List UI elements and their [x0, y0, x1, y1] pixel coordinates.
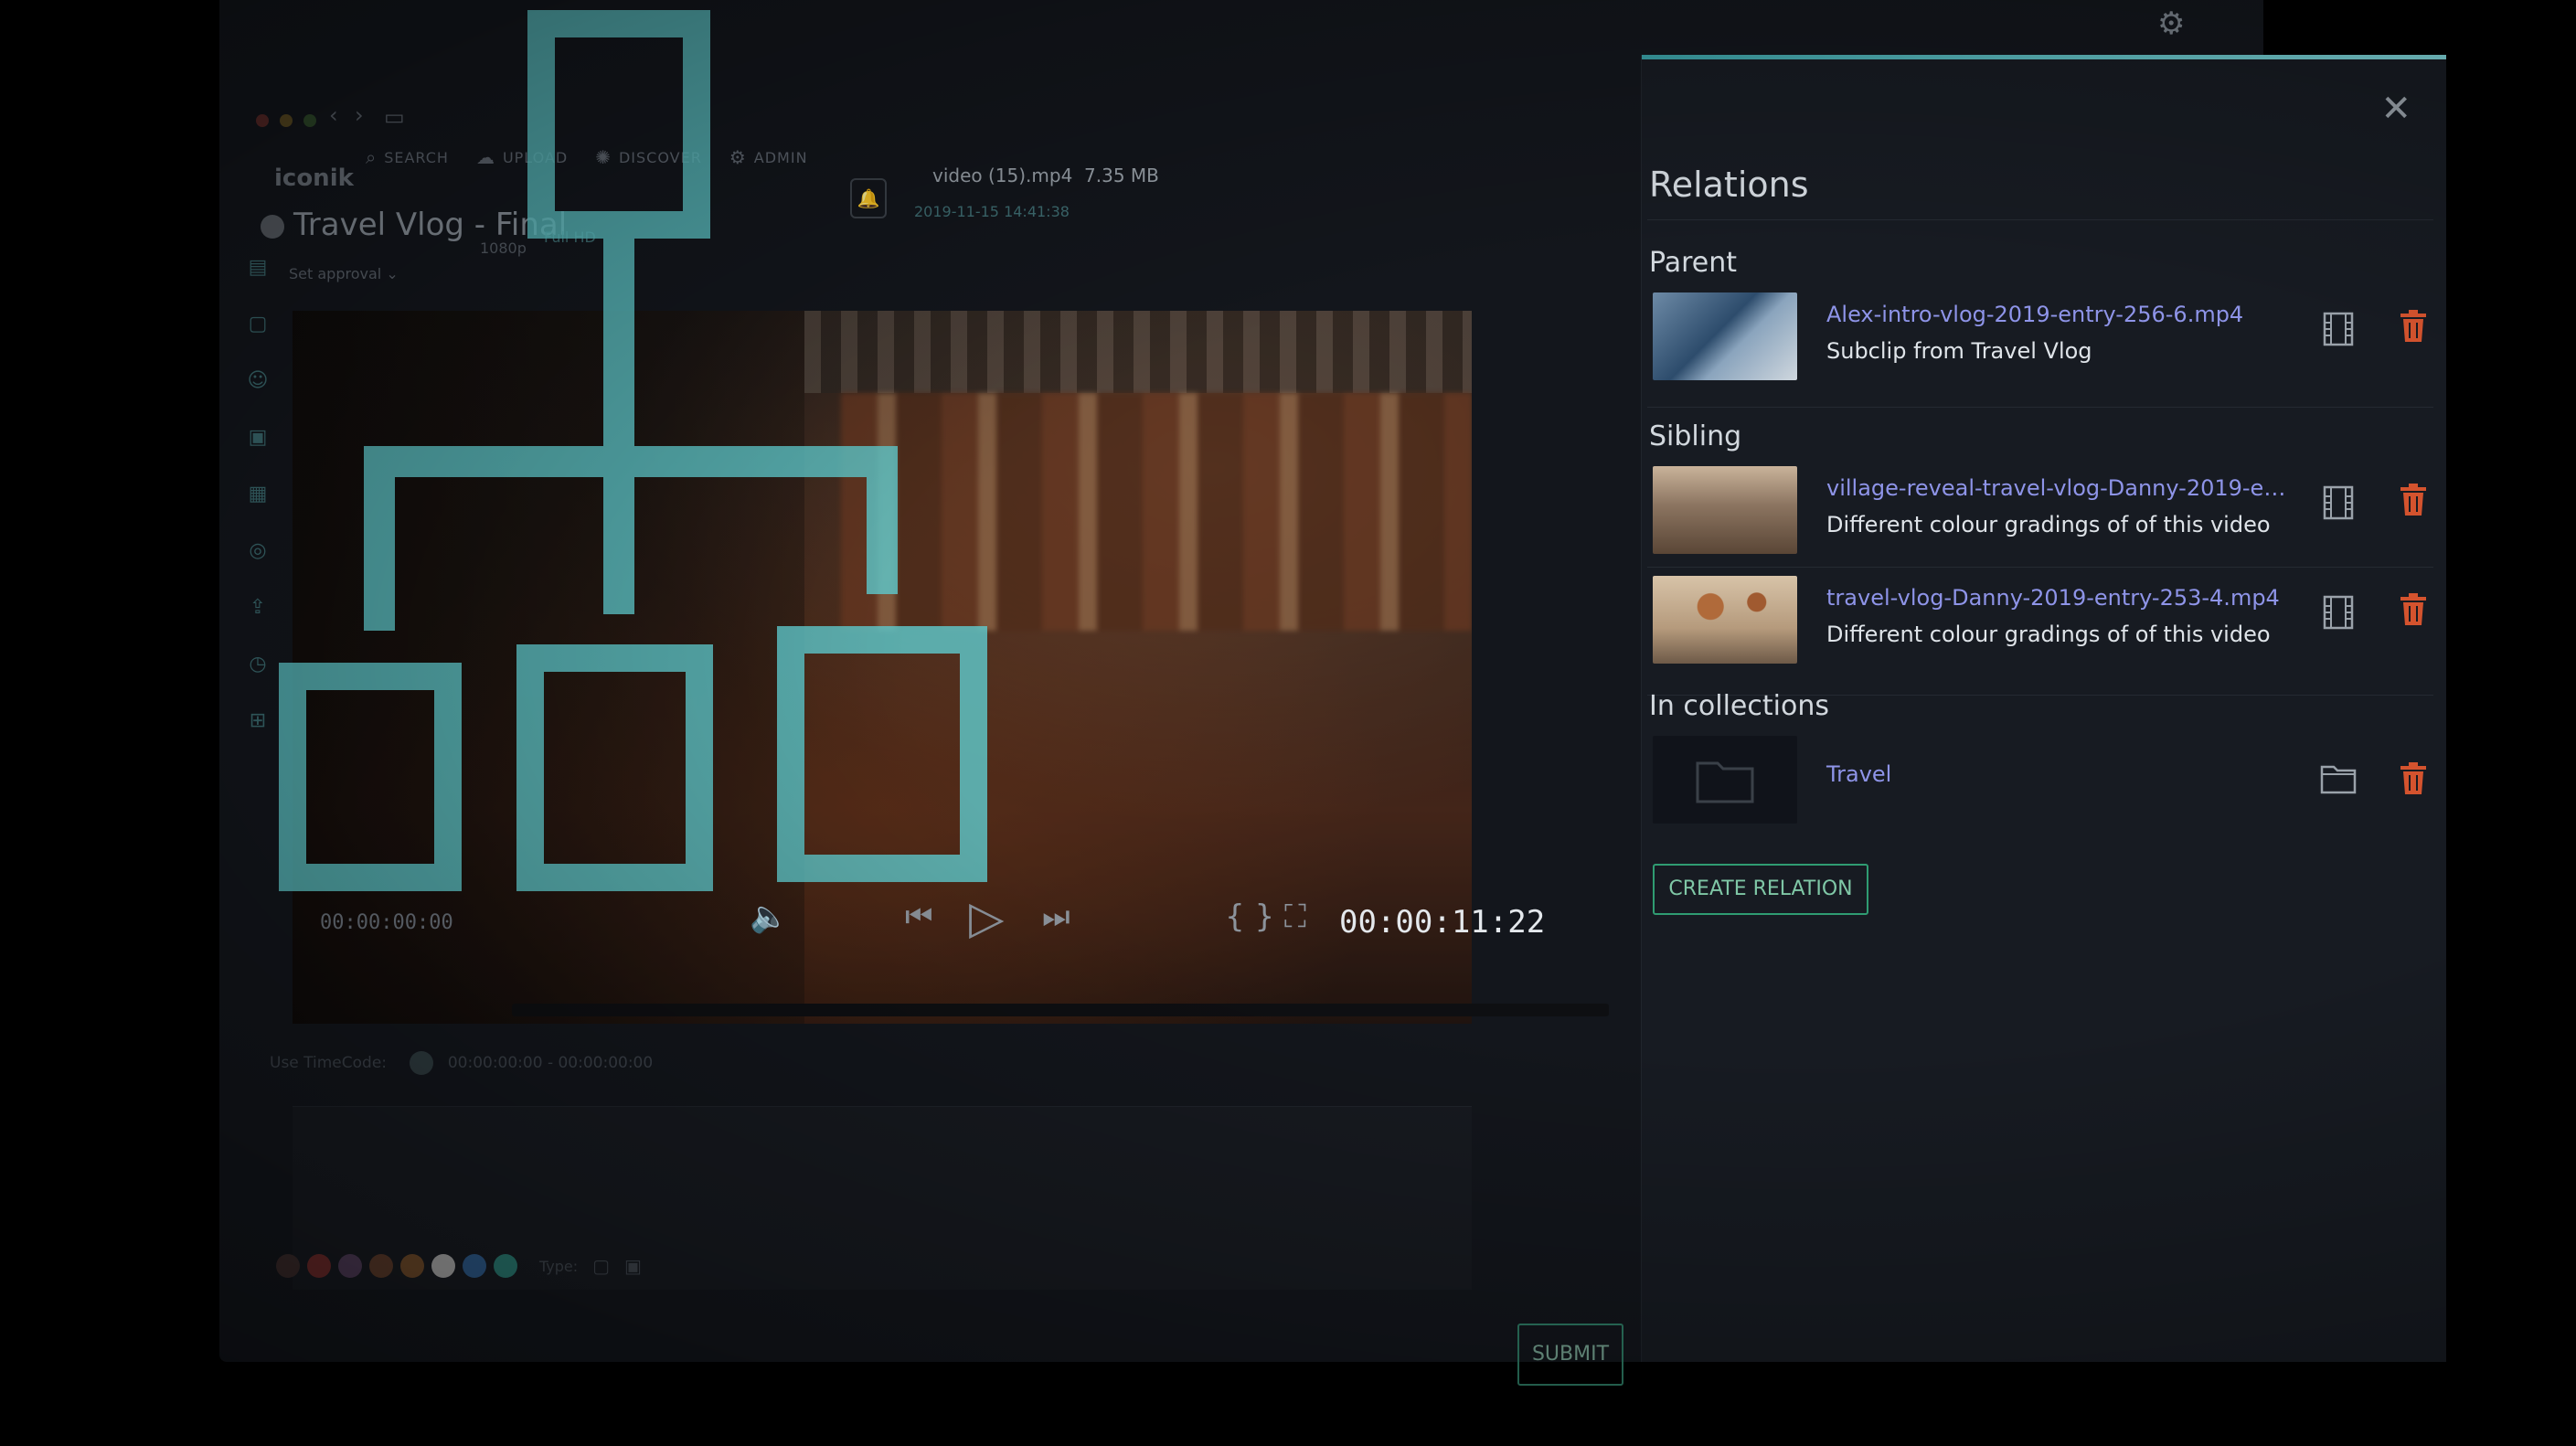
folder-icon[interactable] [2320, 763, 2357, 800]
list-item[interactable]: Alex-intro-vlog-2019-entry-256-6.mp4 Sub… [1653, 292, 2439, 393]
relation-description: Different colour gradings of of this vid… [1826, 512, 2271, 537]
list-item[interactable]: village-reveal-travel-vlog-Danny-2019-en… [1653, 466, 2439, 567]
trash-icon[interactable] [2395, 761, 2432, 798]
thumbnail [1653, 576, 1797, 664]
submit-button[interactable]: SUBMIT [1517, 1324, 1623, 1386]
list-item[interactable]: travel-vlog-Danny-2019-entry-253-4.mp4 D… [1653, 576, 2439, 676]
collection-link[interactable]: Travel [1826, 761, 1891, 787]
thumbnail [1653, 292, 1797, 380]
color-swatch[interactable] [276, 1254, 300, 1278]
total-timecode: 00:00:11:22 [1339, 904, 1546, 941]
color-swatch[interactable] [431, 1254, 455, 1278]
inout-icon[interactable]: { } [1225, 898, 1274, 935]
hierarchy-icon [279, 10, 987, 891]
panel-title: Relations [1649, 165, 1809, 205]
relation-description: Subclip from Travel Vlog [1826, 338, 2092, 364]
parent-heading: Parent [1649, 247, 1738, 279]
collections-heading: In collections [1649, 690, 1829, 722]
timecode-option: Use TimeCode: 00:00:00:00 - 00:00:00:00 [270, 1051, 653, 1075]
color-swatch[interactable] [400, 1254, 424, 1278]
list-item[interactable]: Travel [1653, 736, 2439, 836]
related-asset-link[interactable]: travel-vlog-Danny-2019-entry-253-4.mp4 [1826, 585, 2293, 611]
timecode-toggle[interactable] [410, 1051, 434, 1075]
color-swatches: Type: ▢ ▣ [276, 1254, 642, 1278]
trash-icon[interactable] [2395, 592, 2432, 629]
related-asset-link[interactable]: village-reveal-travel-vlog-Danny-2019-en… [1826, 475, 2293, 501]
film-icon[interactable] [2320, 311, 2357, 347]
gear-icon[interactable]: ⚙ [2157, 5, 2185, 42]
thumbnail [1653, 466, 1797, 554]
sibling-heading: Sibling [1649, 420, 1742, 452]
color-swatch[interactable] [369, 1254, 393, 1278]
trash-icon[interactable] [2395, 483, 2432, 519]
color-swatch[interactable] [463, 1254, 486, 1278]
annotation-type-icon[interactable]: ▣ [624, 1255, 642, 1277]
trash-icon[interactable] [2395, 309, 2432, 346]
color-swatch[interactable] [307, 1254, 331, 1278]
color-swatch[interactable] [338, 1254, 362, 1278]
folder-thumbnail [1653, 736, 1797, 824]
relations-panel: ✕ Relations Parent Alex-intro-vlog-2019-… [1641, 55, 2446, 1362]
related-asset-link[interactable]: Alex-intro-vlog-2019-entry-256-6.mp4 [1826, 302, 2293, 327]
create-relation-button[interactable]: CREATE RELATION [1653, 864, 1868, 915]
film-icon[interactable] [2320, 594, 2357, 631]
film-icon[interactable] [2320, 484, 2357, 521]
progress-bar[interactable] [512, 1004, 1609, 1016]
comment-type-icon[interactable]: ▢ [592, 1255, 610, 1277]
color-swatch[interactable] [494, 1254, 517, 1278]
fullscreen-icon[interactable]: ⛶ [1284, 898, 1306, 935]
close-icon[interactable]: ✕ [2380, 88, 2411, 130]
relation-description: Different colour gradings of of this vid… [1826, 622, 2271, 647]
